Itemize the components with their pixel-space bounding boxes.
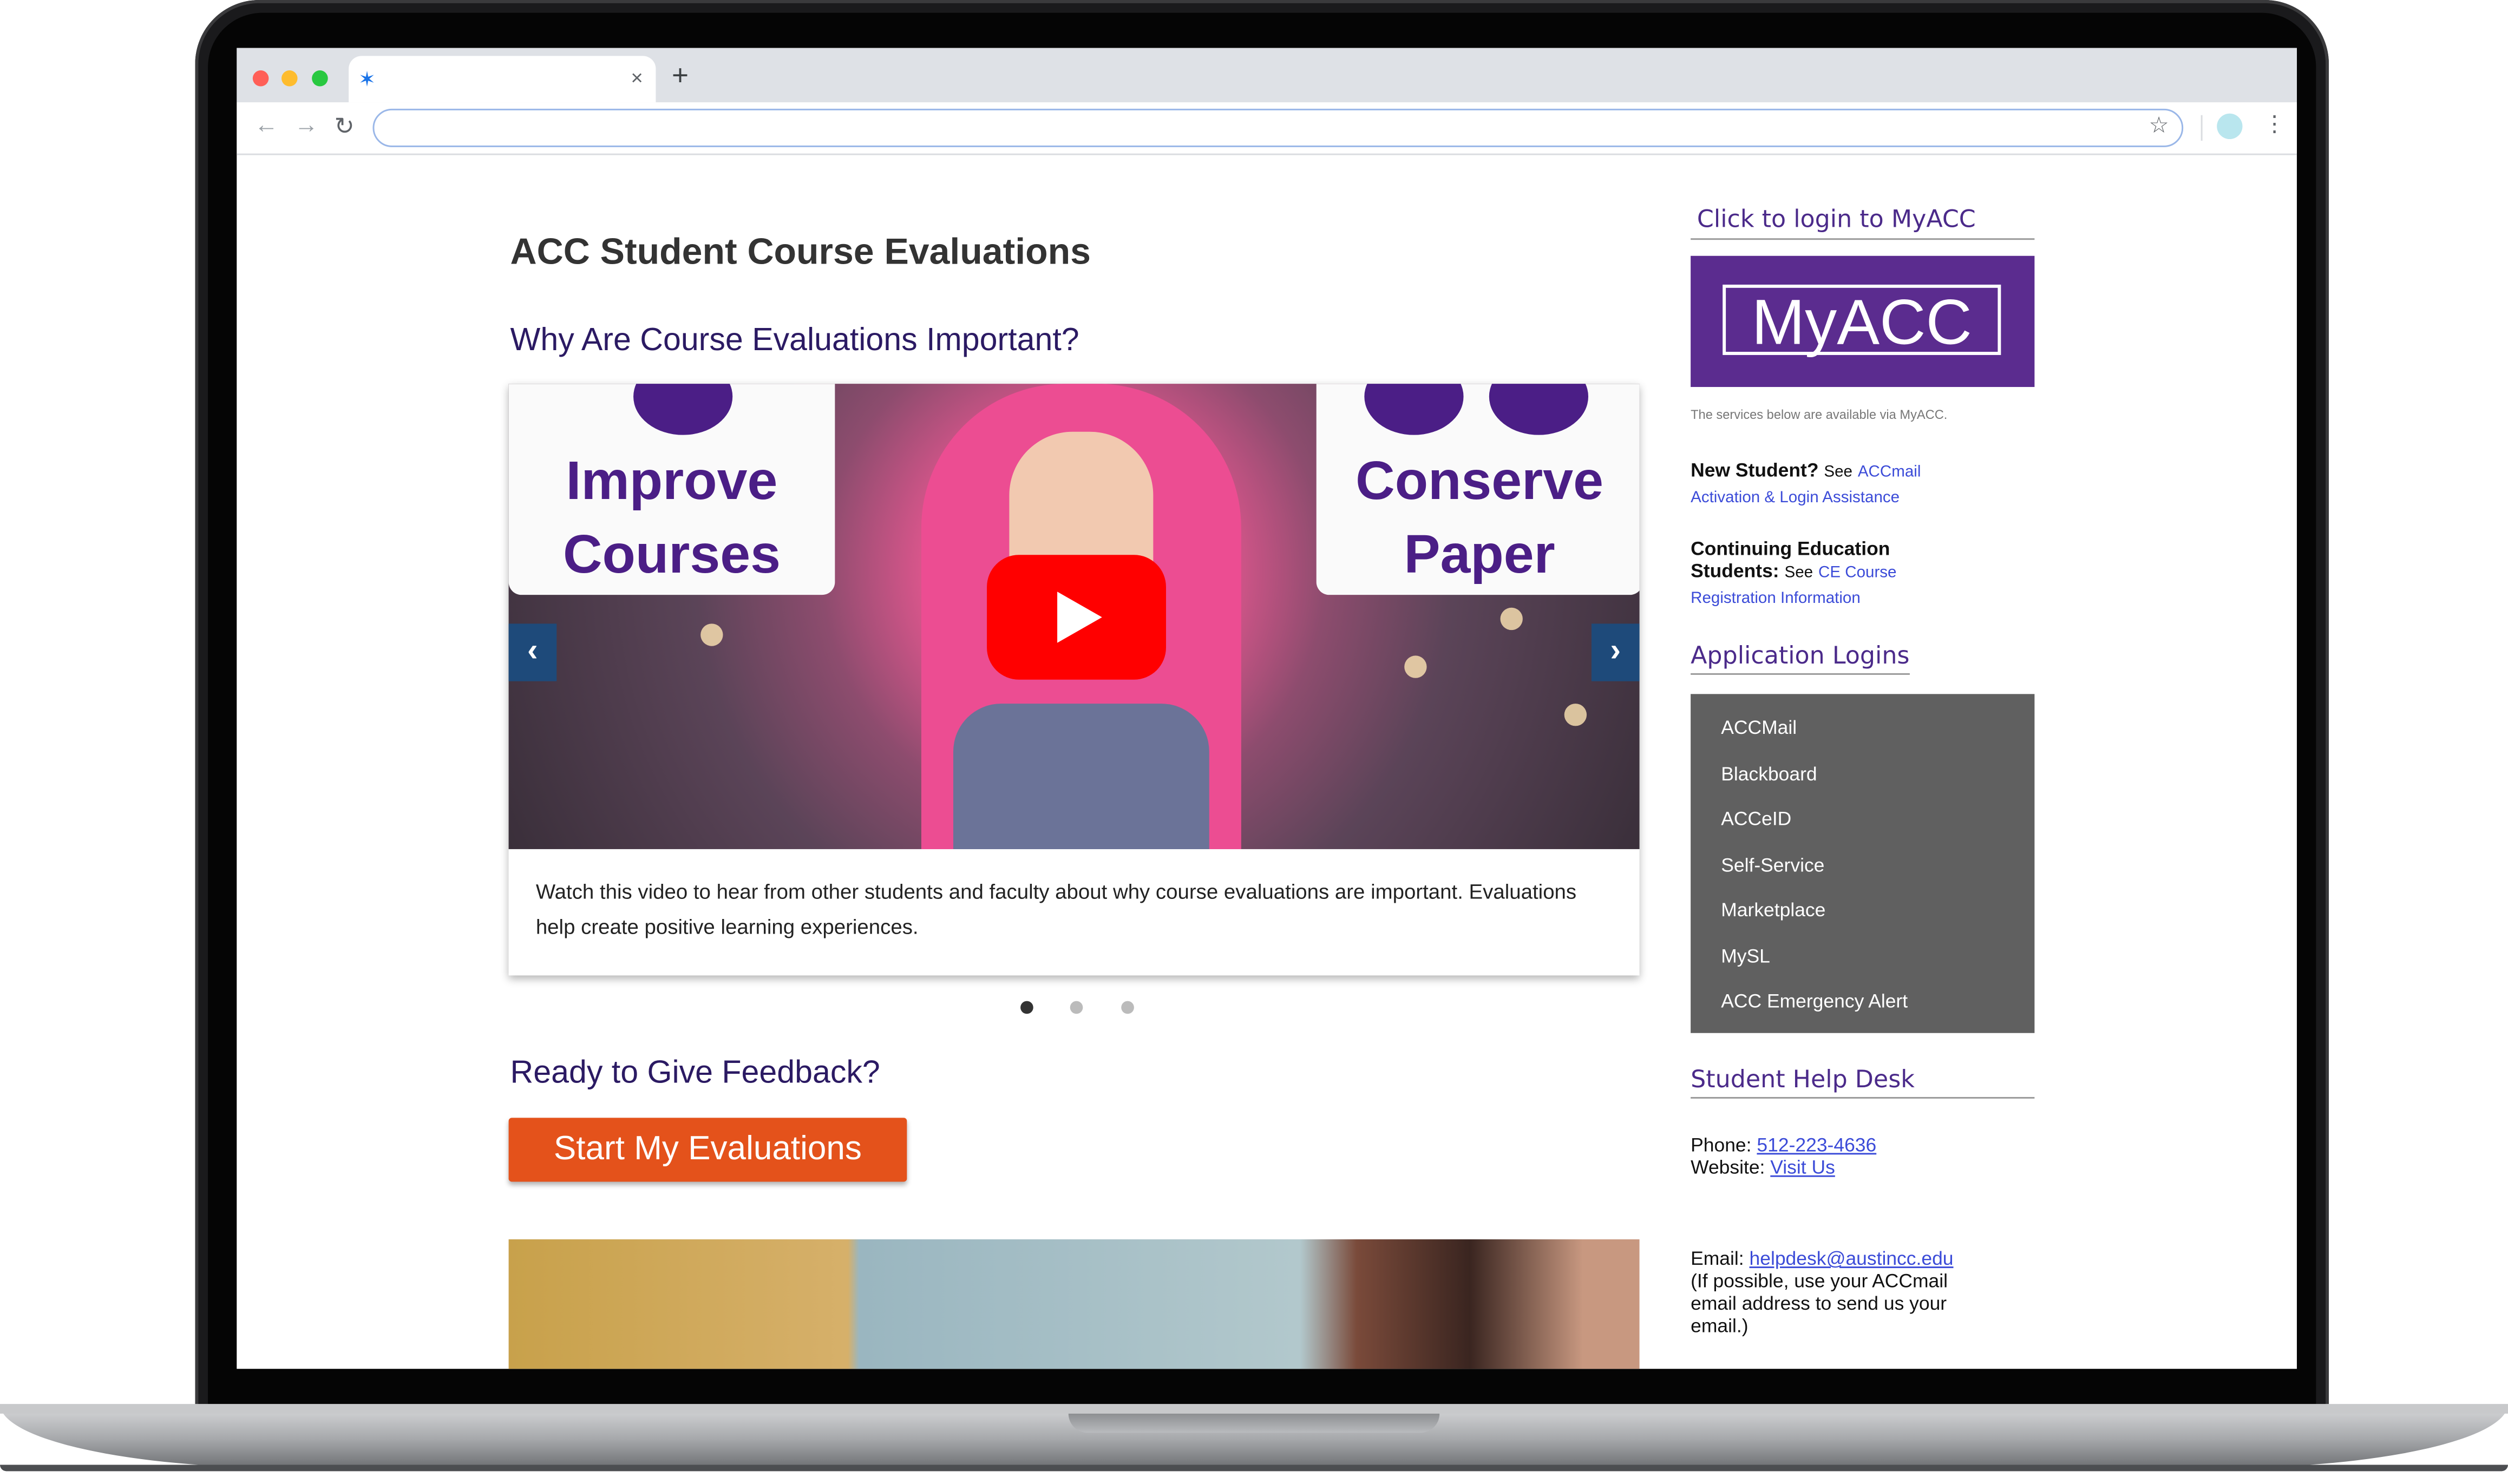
login-item-acceid[interactable]: ACCeID [1721, 807, 1791, 830]
students-photo [508, 1239, 1640, 1369]
sign-right-text: Conserve Paper [1356, 451, 1604, 586]
laptop-notch [1068, 1413, 1440, 1433]
ce-see: See [1784, 564, 1813, 582]
app-logins-heading: Application Logins [1691, 641, 1910, 671]
website-line: Website: Visit Us [1691, 1156, 1979, 1178]
login-item-accmail[interactable]: ACCMail [1721, 717, 1797, 739]
help-desk-rule [1691, 1096, 2035, 1099]
website-link[interactable]: Visit Us [1770, 1156, 1835, 1178]
bookmark-star-icon[interactable]: ☆ [2149, 112, 2169, 139]
browser-window: ✶ × + ← → ↻ ☆ ⋮ ACC Student Course Evalu… [237, 48, 2297, 1369]
services-note: The services below are available via MyA… [1691, 408, 1948, 423]
login-item-mysl[interactable]: MySL [1721, 945, 1770, 967]
address-bar[interactable]: ☆ [372, 108, 2184, 147]
login-item-self-service[interactable]: Self-Service [1721, 854, 1824, 876]
start-evaluations-button[interactable]: Start My Evaluations [508, 1118, 907, 1182]
app-logins-panel: ACCMail Blackboard ACCeID Self-Service M… [1691, 694, 2035, 1033]
myacc-logo: MyACC [1723, 284, 2001, 358]
login-item-emergency-alert[interactable]: ACC Emergency Alert [1721, 990, 1908, 1012]
carousel-pagination [1020, 993, 1164, 1022]
phone-link[interactable]: 512-223-4636 [1757, 1134, 1876, 1156]
myacc-logo-link[interactable]: MyACC [1691, 255, 2035, 388]
window-controls [252, 65, 334, 94]
acc-favicon-icon: ✶ [358, 67, 376, 91]
carousel-dot-1[interactable] [1020, 1001, 1033, 1014]
carousel-prev-button[interactable]: ‹ [508, 623, 557, 681]
app-logins-rule [1691, 673, 1910, 675]
bokeh-light [1564, 704, 1587, 726]
email-note: (If possible, use your ACCmail email add… [1691, 1270, 1948, 1337]
carousel-next-button[interactable]: › [1591, 623, 1640, 681]
sign-left-text: Improve Courses [562, 451, 781, 586]
email-label: Email: [1691, 1247, 1744, 1270]
menu-kebab-icon[interactable]: ⋮ [2263, 110, 2286, 137]
laptop-foot [0, 1465, 2508, 1472]
sign-improve-courses: Improve Courses [508, 384, 835, 595]
new-student-block: New Student? See ACCmail Activation & Lo… [1691, 459, 1979, 510]
ce-student-block: Continuing Education Students: See CE Co… [1691, 537, 1930, 611]
back-icon[interactable]: ← [254, 112, 278, 139]
tab-close-icon[interactable]: × [631, 65, 643, 89]
browser-tab[interactable]: ✶ × [349, 56, 656, 103]
carousel-dot-3[interactable] [1121, 1001, 1134, 1014]
forward-icon[interactable]: → [294, 112, 318, 139]
reload-icon[interactable]: ↻ [335, 112, 355, 141]
bokeh-light [1404, 655, 1427, 678]
phone-line: Phone: 512-223-4636 [1691, 1134, 1979, 1156]
bokeh-light [700, 623, 723, 646]
why-heading: Why Are Course Evaluations Important? [510, 323, 1079, 358]
ready-heading: Ready to Give Feedback? [510, 1055, 880, 1091]
toolbar-divider [2201, 115, 2203, 141]
browser-toolbar: ← → ↻ ☆ ⋮ [237, 102, 2297, 155]
new-tab-button[interactable]: + [672, 59, 689, 93]
login-item-blackboard[interactable]: Blackboard [1721, 763, 1817, 785]
new-student-see: See [1824, 463, 1852, 482]
carousel-caption: Watch this video to hear from other stud… [535, 879, 1577, 939]
profile-avatar[interactable] [2217, 113, 2243, 140]
speaker-shirt [953, 704, 1209, 849]
tab-bar: ✶ × + [237, 48, 2297, 103]
video-carousel: Improve Courses Conserve Paper ‹ › Watch… [508, 384, 1640, 976]
bokeh-light [1500, 607, 1523, 631]
help-desk-heading: Student Help Desk [1691, 1065, 1915, 1094]
email-line: Email: helpdesk@austincc.edu [1691, 1247, 1979, 1270]
close-window-button[interactable] [252, 70, 269, 87]
login-heading[interactable]: Click to login to MyACC [1697, 205, 1976, 233]
play-icon [1057, 592, 1102, 643]
login-heading-rule [1691, 238, 2035, 240]
website-label: Website: [1691, 1156, 1765, 1179]
video-thumbnail[interactable]: Improve Courses Conserve Paper [508, 384, 1640, 849]
phone-label: Phone: [1691, 1133, 1752, 1157]
maximize-window-button[interactable] [311, 70, 328, 87]
new-student-label: New Student? [1691, 458, 1819, 482]
lightbulb-icon [1364, 384, 1464, 435]
carousel-dot-2[interactable] [1071, 1001, 1084, 1014]
lightbulb-icon [1489, 384, 1589, 435]
lightbulb-icon [633, 384, 733, 435]
login-item-marketplace[interactable]: Marketplace [1721, 899, 1825, 921]
sign-conserve-paper: Conserve Paper [1316, 384, 1640, 595]
youtube-play-button[interactable] [987, 555, 1166, 680]
laptop-base-lip [0, 1404, 2508, 1414]
email-link[interactable]: helpdesk@austincc.edu [1750, 1247, 1954, 1270]
page-title: ACC Student Course Evaluations [510, 230, 1091, 272]
minimize-window-button[interactable] [282, 70, 298, 87]
